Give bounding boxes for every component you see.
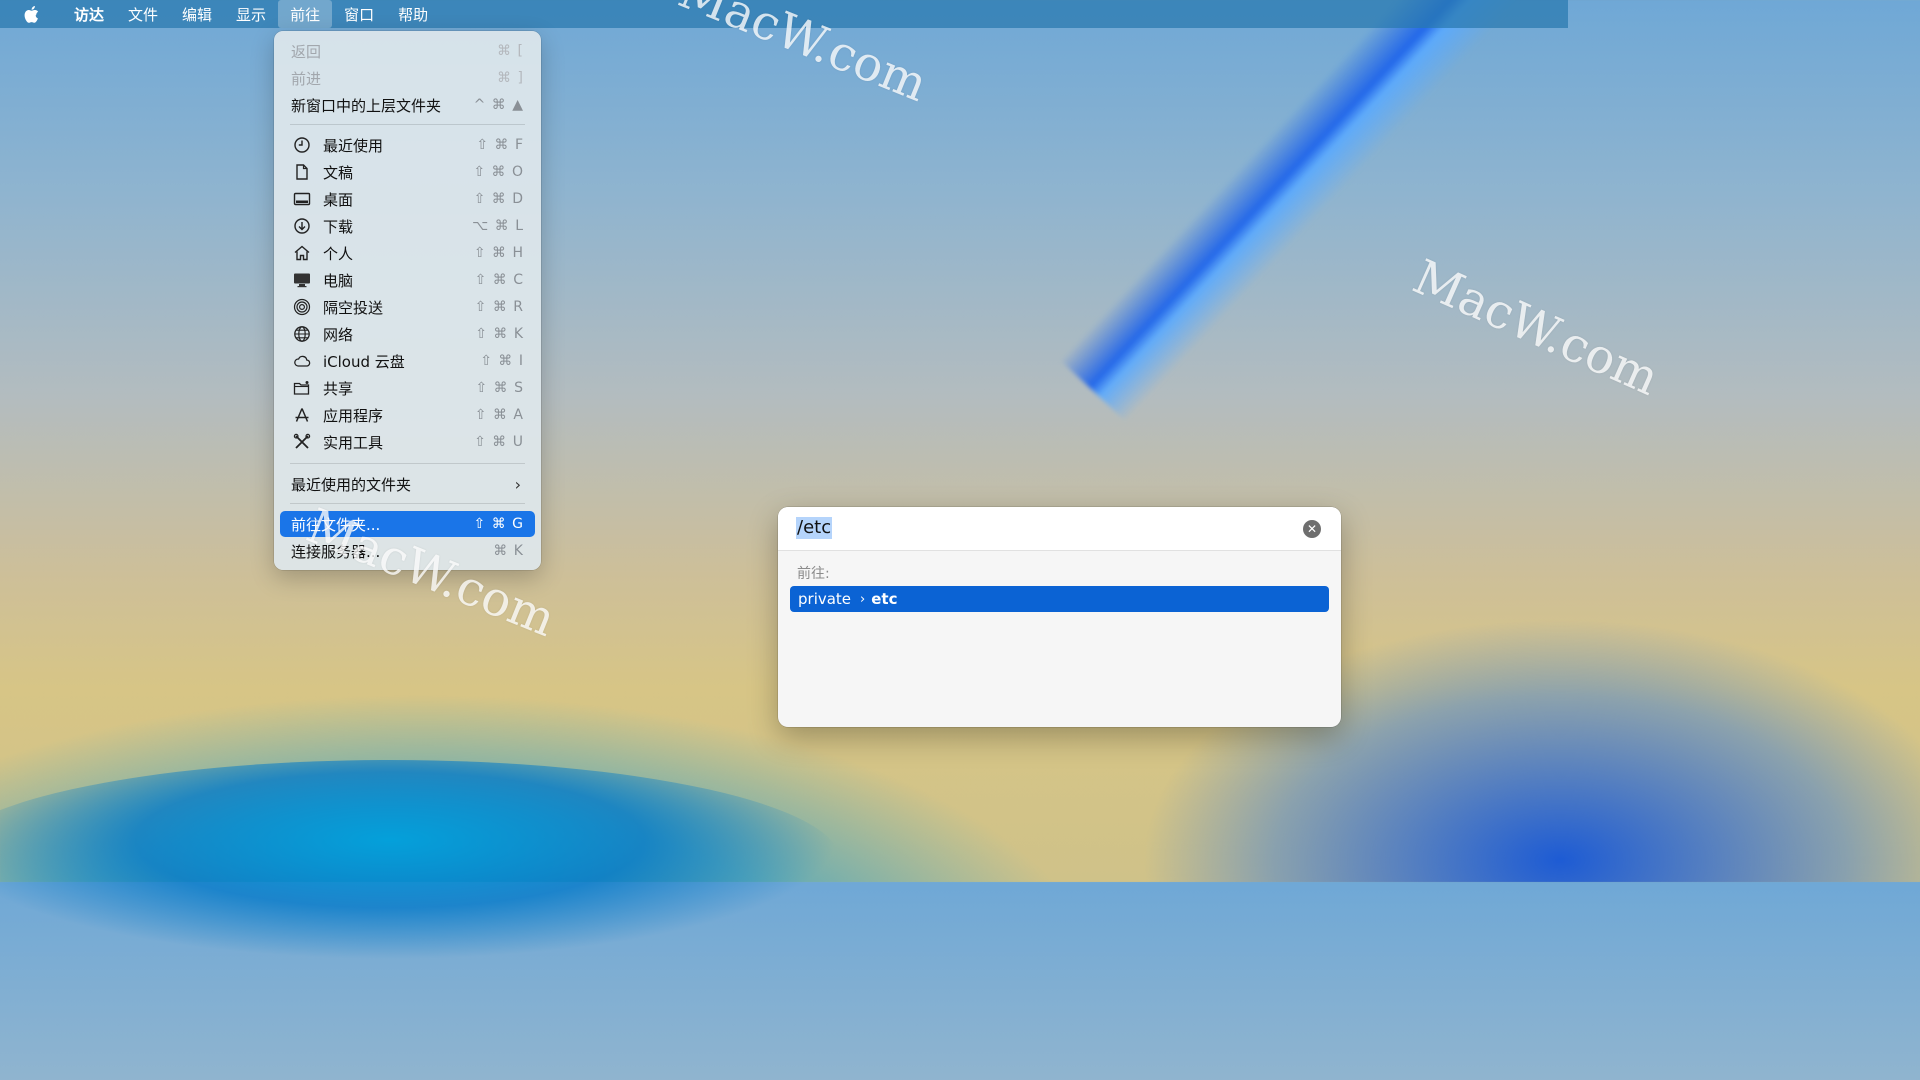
menu-item-downloads[interactable]: 下载 ⌥ ⌘ L (280, 213, 535, 239)
menu-item-recents[interactable]: 最近使用 ⇧ ⌘ F (280, 132, 535, 158)
menu-item-desktop[interactable]: 桌面 ⇧ ⌘ D (280, 186, 535, 212)
menu-item-label: 应用程序 (323, 406, 384, 425)
menu-item-shortcut: ⇧ ⌘ D (473, 191, 524, 207)
menu-item-label: 文稿 (323, 163, 354, 182)
menu-view[interactable]: 显示 (224, 0, 278, 28)
menu-separator (290, 124, 525, 125)
menu-item-label: 前进 (291, 69, 322, 88)
go-to-folder-dialog: /etc ✕ 前往: private › etc (778, 507, 1341, 727)
menu-item-label: 个人 (323, 244, 354, 263)
menu-item-label: 网络 (323, 325, 354, 344)
menu-separator (290, 463, 525, 464)
clock-icon (294, 137, 310, 153)
wallpaper-wave-bottom (0, 760, 840, 960)
menu-help[interactable]: 帮助 (386, 0, 440, 28)
menu-item-label: 最近使用的文件夹 (291, 475, 412, 494)
globe-icon (294, 326, 310, 342)
menu-go[interactable]: 前往 (278, 0, 333, 28)
menu-item-label: 最近使用 (323, 136, 384, 155)
menu-item-back[interactable]: 返回 ⌘ [ (280, 38, 535, 64)
menu-item-shortcut: ⇧ ⌘ S (475, 380, 524, 396)
menu-item-shortcut: ⇧ ⌘ O (473, 164, 524, 180)
menu-item-shortcut: ⇧ ⌘ G (473, 516, 524, 532)
menu-item-label: 实用工具 (323, 433, 384, 452)
menu-item-shortcut: ⌘ ] (497, 70, 524, 86)
menu-item-label: 返回 (291, 42, 322, 61)
menu-item-network[interactable]: 网络 ⇧ ⌘ K (280, 321, 535, 347)
menu-item-applications[interactable]: 应用程序 ⇧ ⌘ A (280, 402, 535, 428)
menu-item-shortcut: ⌘ K (493, 543, 524, 559)
menu-item-shortcut: ⇧ ⌘ F (476, 137, 524, 153)
path-segment-current: etc (871, 590, 898, 608)
menu-finder[interactable]: 访达 (62, 0, 116, 28)
menu-item-shortcut: ⇧ ⌘ H (473, 245, 524, 261)
menu-item-label: 共享 (323, 379, 354, 398)
menu-item-label: 电脑 (323, 271, 354, 290)
menu-item-shortcut: ⇧ ⌘ U (474, 434, 524, 450)
apple-logo-icon (24, 5, 39, 23)
menu-item-enclosing-folder[interactable]: 新窗口中的上层文件夹 ^ ⌘ ▲ (280, 92, 535, 118)
menu-item-utilities[interactable]: 实用工具 ⇧ ⌘ U (280, 429, 535, 455)
applications-icon (295, 408, 309, 422)
menu-file[interactable]: 文件 (116, 0, 170, 28)
menu-item-shortcut: ^ ⌘ ▲ (473, 97, 524, 113)
menu-item-computer[interactable]: 电脑 ⇧ ⌘ C (280, 267, 535, 293)
menu-item-shortcut: ⇧ ⌘ C (474, 272, 524, 288)
cloud-icon (294, 355, 311, 367)
go-label: 前往: (797, 566, 830, 582)
menu-item-shortcut: ⇧ ⌘ A (474, 407, 524, 423)
chevron-right-icon: › (514, 474, 521, 494)
apple-menu[interactable] (0, 0, 62, 28)
menu-item-airdrop[interactable]: 隔空投送 ⇧ ⌘ R (280, 294, 535, 320)
menu-item-shared[interactable]: 共享 ⇧ ⌘ S (280, 375, 535, 401)
menu-item-home[interactable]: 个人 ⇧ ⌘ H (280, 240, 535, 266)
desktop-icon (293, 192, 311, 206)
computer-icon (294, 273, 310, 288)
path-segment: private (798, 590, 852, 608)
path-input[interactable]: /etc (796, 517, 833, 539)
menu-item-label: 新窗口中的上层文件夹 (291, 96, 442, 115)
suggestion-row[interactable]: private › etc (790, 586, 1329, 612)
home-icon (294, 245, 310, 261)
menu-item-shortcut: ⌘ [ (497, 43, 524, 59)
menu-item-label: 隔空投送 (323, 298, 384, 317)
menu-item-shortcut: ⇧ ⌘ I (480, 353, 524, 369)
menu-item-shortcut: ⇧ ⌘ R (474, 299, 524, 315)
menu-item-label: 桌面 (323, 190, 354, 209)
menu-item-documents[interactable]: 文稿 ⇧ ⌘ O (280, 159, 535, 185)
watermark: MacW.com (1404, 249, 1668, 407)
download-icon (294, 218, 310, 234)
tools-icon (293, 433, 311, 449)
menu-item-shortcut: ⇧ ⌘ K (475, 326, 524, 342)
menu-item-label: iCloud 云盘 (323, 352, 405, 371)
airdrop-icon (293, 298, 311, 316)
menu-item-label: 下载 (323, 217, 354, 236)
document-icon (296, 164, 308, 180)
menu-window[interactable]: 窗口 (332, 0, 386, 28)
menu-edit[interactable]: 编辑 (170, 0, 224, 28)
menu-item-forward[interactable]: 前进 ⌘ ] (280, 65, 535, 91)
go-menu-dropdown: 返回 ⌘ [ 前进 ⌘ ] 新窗口中的上层文件夹 ^ ⌘ ▲ 最近使用 ⇧ ⌘ … (274, 31, 541, 570)
menu-item-icloud[interactable]: iCloud 云盘 ⇧ ⌘ I (280, 348, 535, 374)
clear-circle-icon[interactable]: ✕ (1303, 520, 1321, 538)
shared-folder-icon (293, 381, 310, 395)
menu-item-shortcut: ⌥ ⌘ L (472, 218, 524, 234)
path-separator-icon: › (860, 591, 866, 607)
path-field-container: /etc ✕ (778, 507, 1341, 551)
menu-item-recent-folders[interactable]: 最近使用的文件夹 › (280, 471, 535, 497)
